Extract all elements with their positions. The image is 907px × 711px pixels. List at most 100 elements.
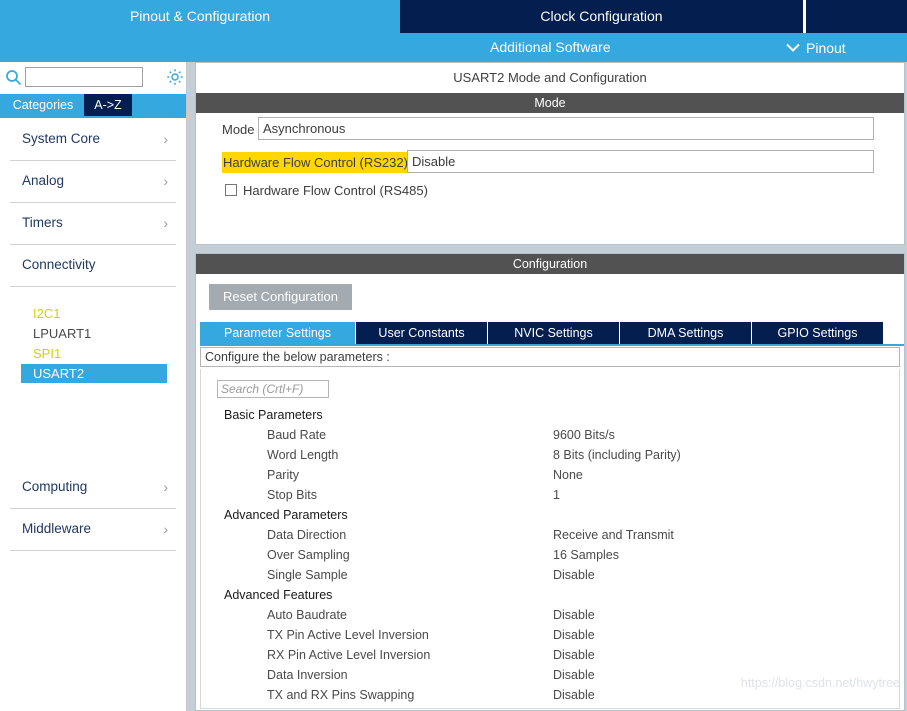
param-row-auto-baudrate[interactable]: Auto Baudrate Disable	[201, 605, 899, 625]
configuration-section-header: Configuration	[196, 254, 904, 274]
param-value: Disable	[553, 568, 595, 582]
param-row-advanced-parameters: Advanced Parameters	[201, 505, 899, 525]
param-label: Advanced Parameters	[224, 508, 348, 522]
mode-field-label: Mode	[222, 122, 255, 137]
top-tab-bar: Pinout & Configuration Clock Configurati…	[0, 0, 907, 33]
hardware-flow-control-rs485-label: Hardware Flow Control (RS485)	[243, 183, 428, 198]
param-row-advanced-features: Advanced Features	[201, 585, 899, 605]
param-row-parity[interactable]: Parity None	[201, 465, 899, 485]
sidebar-tab-bar: Categories A->Z	[0, 94, 186, 116]
parameter-search-input[interactable]	[217, 380, 329, 398]
param-label: TX Pin Active Level Inversion	[267, 628, 429, 642]
sidebar-item-middleware[interactable]: Middleware ›	[10, 514, 176, 551]
param-value: 1	[553, 488, 560, 502]
param-label: Parity	[267, 468, 299, 482]
search-icon	[5, 69, 22, 86]
param-value: Disable	[553, 628, 595, 642]
param-row-rx-pin-active-level-inversion[interactable]: RX Pin Active Level Inversion Disable	[201, 645, 899, 665]
sidebar-item-system-core[interactable]: System Core ›	[10, 124, 176, 161]
chevron-down-icon	[786, 33, 800, 62]
chevron-right-icon: ›	[163, 173, 168, 189]
param-value: None	[553, 468, 583, 482]
param-label: RX Pin Active Level Inversion	[267, 648, 431, 662]
param-row-basic-parameters: Basic Parameters	[201, 405, 899, 425]
tab-dma-settings[interactable]: DMA Settings	[620, 322, 751, 344]
param-row-baud-rate[interactable]: Baud Rate 9600 Bits/s	[201, 425, 899, 445]
sidebar-item-connectivity[interactable]: Connectivity	[10, 250, 176, 287]
param-label: Over Sampling	[267, 548, 350, 562]
configure-hint-text: Configure the below parameters :	[200, 347, 900, 367]
configuration-group: Configuration Reset Configuration Parame…	[195, 253, 905, 711]
sidebar-peripheral-i2c1[interactable]: I2C1	[21, 304, 167, 323]
hardware-flow-control-rs232-label: Hardware Flow Control (RS232)	[222, 152, 409, 173]
param-label: Single Sample	[267, 568, 348, 582]
sidebar-search-row	[0, 62, 186, 94]
tab-clock-configuration[interactable]: Clock Configuration	[400, 0, 803, 33]
tab-extra[interactable]	[806, 0, 907, 33]
additional-software-button[interactable]: Additional Software	[490, 33, 611, 62]
sidebar-item-computing[interactable]: Computing ›	[10, 472, 176, 509]
param-row-tx-pin-active-level-inversion[interactable]: TX Pin Active Level Inversion Disable	[201, 625, 899, 645]
chevron-right-icon: ›	[163, 521, 168, 537]
mode-group: USART2 Mode and Configuration Mode Mode …	[195, 62, 905, 245]
tab-user-constants[interactable]: User Constants	[356, 322, 487, 344]
hardware-flow-control-rs232-select[interactable]: Disable	[407, 150, 874, 173]
param-row-word-length[interactable]: Word Length 8 Bits (including Parity)	[201, 445, 899, 465]
sidebar-item-label: Timers	[22, 215, 63, 230]
sidebar-item-label: Middleware	[22, 521, 92, 536]
param-label: Advanced Features	[224, 588, 333, 602]
param-label: Basic Parameters	[224, 408, 323, 422]
mode-section-header: Mode	[196, 93, 904, 113]
configuration-tab-bar: Parameter Settings User Constants NVIC S…	[200, 322, 904, 344]
param-row-data-direction[interactable]: Data Direction Receive and Transmit	[201, 525, 899, 545]
param-label: Data Direction	[267, 528, 347, 542]
sidebar-category-list: System Core › Analog › Timers › Connecti…	[0, 118, 186, 711]
hardware-flow-control-rs485-checkbox[interactable]	[225, 184, 237, 196]
sidebar-item-label: Analog	[22, 173, 65, 188]
pinout-dropdown-label: Pinout	[806, 40, 846, 56]
reset-configuration-button[interactable]: Reset Configuration	[209, 284, 352, 310]
tab-separator	[803, 0, 806, 33]
mode-select[interactable]: Asynchronous	[258, 117, 874, 140]
parameter-list: Basic Parameters Baud Rate 9600 Bits/s W…	[200, 369, 900, 709]
tab-categories[interactable]: Categories	[4, 94, 82, 116]
tab-pinout-and-configuration[interactable]: Pinout & Configuration	[0, 0, 400, 33]
main-panel: USART2 Mode and Configuration Mode Mode …	[195, 62, 907, 711]
gear-icon[interactable]	[166, 68, 184, 86]
tab-a-to-z[interactable]: A->Z	[84, 94, 132, 116]
tab-parameter-settings[interactable]: Parameter Settings	[200, 322, 355, 344]
param-label: Baud Rate	[267, 428, 327, 442]
sidebar-splitter[interactable]	[187, 62, 195, 711]
param-value: 9600 Bits/s	[553, 428, 615, 442]
param-row-over-sampling[interactable]: Over Sampling 16 Samples	[201, 545, 899, 565]
param-value: 8 Bits (including Parity)	[553, 448, 681, 462]
sidebar-peripheral-usart2[interactable]: USART2	[21, 364, 167, 383]
tab-nvic-settings[interactable]: NVIC Settings	[488, 322, 619, 344]
param-label: Data Inversion	[267, 668, 348, 682]
sidebar-peripheral-spi1[interactable]: SPI1	[21, 344, 167, 363]
page-title: USART2 Mode and Configuration	[196, 63, 904, 92]
param-label: Word Length	[267, 448, 339, 462]
chevron-right-icon: ›	[163, 215, 168, 231]
param-label: Auto Baudrate	[267, 608, 347, 622]
param-value: Disable	[553, 648, 595, 662]
configuration-tab-underline	[200, 344, 904, 346]
sidebar-item-label: System Core	[22, 131, 101, 146]
secondary-toolbar: Additional Software Pinout	[0, 33, 907, 62]
sidebar: Categories A->Z System Core › Analog › T…	[0, 62, 187, 711]
sidebar-peripheral-lpuart1[interactable]: LPUART1	[21, 324, 167, 343]
tab-gpio-settings[interactable]: GPIO Settings	[752, 322, 883, 344]
sidebar-item-label: Computing	[22, 479, 88, 494]
pinout-dropdown-button[interactable]: Pinout	[786, 33, 846, 62]
sidebar-item-label: Connectivity	[22, 257, 96, 272]
param-row-stop-bits[interactable]: Stop Bits 1	[201, 485, 899, 505]
sidebar-item-timers[interactable]: Timers ›	[10, 208, 176, 245]
param-value: Disable	[553, 608, 595, 622]
param-value: 16 Samples	[553, 548, 620, 562]
param-label: Stop Bits	[267, 488, 318, 502]
sidebar-item-analog[interactable]: Analog ›	[10, 166, 176, 203]
chevron-right-icon: ›	[163, 131, 168, 147]
param-row-single-sample[interactable]: Single Sample Disable	[201, 565, 899, 585]
search-input[interactable]	[25, 67, 143, 87]
watermark: https://blog.csdn.net/hwytree	[740, 676, 900, 690]
